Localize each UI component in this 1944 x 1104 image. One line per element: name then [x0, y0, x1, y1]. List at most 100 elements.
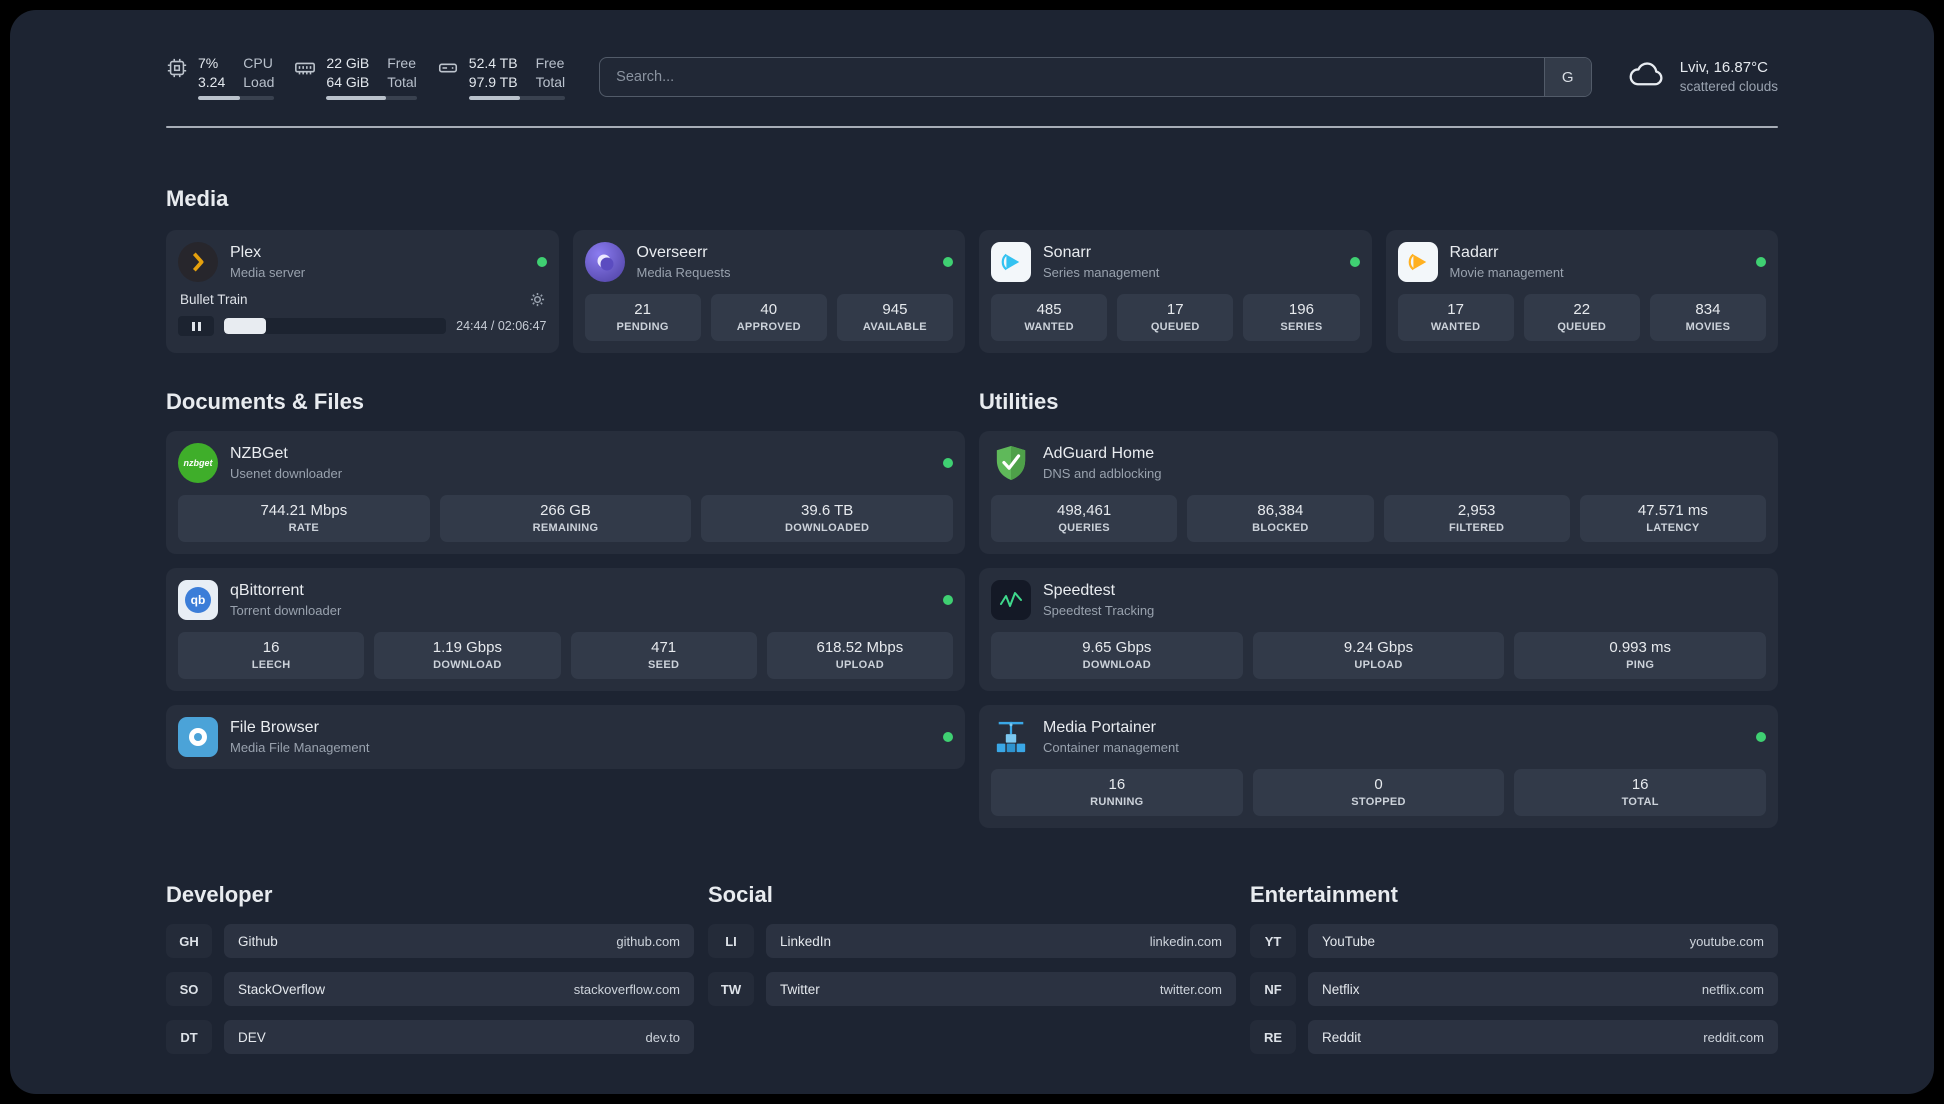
header-divider: [166, 126, 1778, 128]
stat-approved: 40 APPROVED: [710, 294, 827, 341]
stat-queued: 17 QUEUED: [1117, 294, 1234, 341]
disk-values: 52.4 TB 97.9 TB: [469, 54, 518, 90]
section-title-documents: Documents & Files: [166, 389, 365, 414]
stat-value: 17: [1447, 301, 1464, 318]
service-card-radarr[interactable]: Radarr Movie management 17 WANTED 22 QUE…: [1385, 230, 1778, 353]
stat-wanted: 485 WANTED: [991, 294, 1108, 341]
stat-download: 1.19 Gbps DOWNLOAD: [374, 632, 561, 679]
stat-downloaded: 39.6 TB DOWNLOADED: [701, 495, 954, 542]
speedtest-icon: [991, 580, 1031, 620]
memory-usage-bar: [326, 95, 417, 100]
cpu-label: CPU: [243, 55, 273, 72]
link-abbr: YT: [1250, 924, 1296, 958]
playback-progress-bar[interactable]: [224, 318, 447, 334]
stat-leech: 16 LEECH: [178, 632, 365, 679]
stat-value: 40: [760, 301, 778, 318]
link-linkedin[interactable]: LI LinkedIn linkedin.com: [708, 924, 1236, 958]
section-title-entertainment: Entertainment: [1250, 882, 1398, 907]
adguard-icon: [991, 443, 1031, 483]
weather-condition: scattered clouds: [1679, 79, 1778, 95]
service-desc: Speedtest Tracking: [1043, 602, 1155, 618]
service-card-filebrowser[interactable]: File Browser Media File Management: [166, 705, 965, 769]
now-playing-title: Bullet Train: [180, 292, 248, 307]
stat-value: 834: [1695, 301, 1721, 318]
service-desc: Torrent downloader: [230, 602, 342, 618]
stat-label: WANTED: [1430, 321, 1481, 333]
stat-label: SEED: [648, 659, 680, 671]
cloud-icon: [1626, 60, 1668, 95]
stat-value: 39.6 TB: [801, 502, 854, 519]
search-provider-button[interactable]: G: [1543, 58, 1591, 96]
stat-queued: 22 QUEUED: [1523, 294, 1640, 341]
stat-label: AVAILABLE: [862, 321, 927, 333]
stat-value: 17: [1166, 301, 1184, 318]
stat-total: 16 TOTAL: [1514, 769, 1767, 816]
stat-blocked: 86,384 BLOCKED: [1187, 495, 1374, 542]
disk-free-label: Free: [535, 55, 565, 72]
service-card-plex[interactable]: Plex Media server Bullet Train 24:44 / 0…: [166, 230, 559, 353]
stat-queries: 498,461 QUERIES: [991, 495, 1178, 542]
stat-filtered: 2,953 FILTERED: [1383, 495, 1570, 542]
disk-usage-bar: [468, 95, 566, 100]
stat-label: UPLOAD: [835, 659, 884, 671]
stat-available: 945 AVAILABLE: [836, 294, 954, 341]
disk-labels: Free Total: [536, 54, 566, 90]
status-dot: [536, 257, 547, 267]
link-url: github.com: [616, 933, 680, 949]
cpu-labels: CPU Load: [243, 54, 274, 90]
disk-free-value: 52.4 TB: [468, 55, 518, 72]
stat-seed: 471 SEED: [570, 632, 757, 679]
service-card-sonarr[interactable]: Sonarr Series management 485 WANTED 17 Q…: [979, 230, 1372, 353]
link-reddit[interactable]: RE Reddit reddit.com: [1250, 1020, 1778, 1054]
link-youtube[interactable]: YT YouTube youtube.com: [1250, 924, 1778, 958]
service-card-overseerr[interactable]: Overseerr Media Requests 21 PENDING 40 A…: [572, 230, 965, 353]
link-url: reddit.com: [1703, 1029, 1764, 1045]
service-card-nzbget[interactable]: nzbget NZBGet Usenet downloader 744.21 M…: [166, 431, 965, 554]
stat-label: FILTERED: [1448, 522, 1505, 534]
service-card-speedtest[interactable]: Speedtest Speedtest Tracking 9.65 Gbps D…: [979, 568, 1778, 691]
memory-labels: Free Total: [387, 54, 417, 90]
service-name: qBittorrent: [230, 581, 304, 599]
plex-icon: [178, 242, 218, 282]
dashboard: 7% 3.24 CPU Load 22 GiB 64 GiB Free Tota…: [10, 10, 1934, 1094]
disk-icon: [437, 57, 459, 84]
disk-monitor: 52.4 TB 97.9 TB Free Total: [437, 54, 566, 100]
stat-value: 618.52 Mbps: [816, 639, 904, 656]
memory-free-value: 22 GiB: [326, 55, 370, 72]
link-stackoverflow[interactable]: SO StackOverflow stackoverflow.com: [166, 972, 694, 1006]
stat-label: UPLOAD: [1354, 659, 1403, 671]
service-card-portainer[interactable]: Media Portainer Container management 16 …: [979, 705, 1778, 828]
stat-value: 21: [634, 301, 651, 318]
link-dev[interactable]: DT DEV dev.to: [166, 1020, 694, 1054]
stat-value: 471: [651, 639, 677, 656]
memory-usage-bar-fill: [326, 95, 387, 100]
stat-value: 0.993 ms: [1609, 639, 1672, 656]
stat-value: 86,384: [1257, 502, 1304, 519]
link-url: linkedin.com: [1149, 933, 1222, 949]
stat-value: 16: [1631, 776, 1649, 793]
stat-label: REMAINING: [532, 522, 599, 534]
status-dot: [943, 595, 953, 605]
link-twitter[interactable]: TW Twitter twitter.com: [708, 972, 1236, 1006]
service-desc: Series management: [1043, 264, 1160, 280]
link-name: Github: [238, 933, 278, 949]
link-netflix[interactable]: NF Netflix netflix.com: [1250, 972, 1778, 1006]
service-card-qbittorrent[interactable]: qb qBittorrent Torrent downloader 16 LEE…: [166, 568, 965, 691]
status-dot: [1756, 257, 1766, 267]
service-card-adguard[interactable]: AdGuard Home DNS and adblocking 498,461 …: [979, 431, 1778, 554]
status-dot: [1756, 732, 1766, 742]
link-github[interactable]: GH Github github.com: [166, 924, 694, 958]
service-name: Speedtest: [1043, 581, 1116, 599]
cpu-load-label: Load: [243, 73, 275, 90]
search-input[interactable]: [600, 58, 1544, 96]
stat-upload: 9.24 Gbps UPLOAD: [1252, 632, 1505, 679]
link-name: LinkedIn: [780, 933, 832, 949]
memory-monitor: 22 GiB 64 GiB Free Total: [294, 54, 417, 100]
stat-label: MOVIES: [1685, 321, 1731, 333]
player-settings-gear-icon[interactable]: [530, 292, 545, 307]
stat-value: 1.19 Gbps: [432, 639, 502, 656]
pause-button[interactable]: [178, 316, 214, 336]
stat-value: 498,461: [1057, 502, 1112, 519]
service-desc: Media server: [230, 264, 306, 280]
link-name: Reddit: [1322, 1029, 1362, 1045]
